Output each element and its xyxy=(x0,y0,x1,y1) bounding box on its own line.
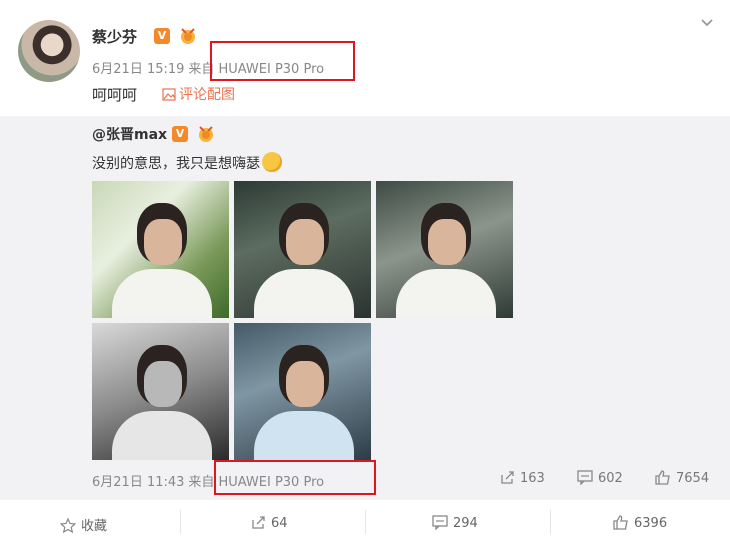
favorite-label: 收藏 xyxy=(81,519,108,534)
highlight-box-bottom xyxy=(214,460,376,495)
action-divider xyxy=(550,510,551,534)
repost-photo-2[interactable] xyxy=(234,181,371,318)
image-icon xyxy=(162,88,176,101)
share-icon xyxy=(501,471,514,484)
action-divider xyxy=(365,510,366,534)
repost-like-count: 7654 xyxy=(676,471,710,486)
chevron-down-icon[interactable] xyxy=(700,16,714,30)
repost-date[interactable]: 6月21日 11:43 xyxy=(92,475,184,490)
thumbs-up-icon xyxy=(655,470,670,485)
favorite-button[interactable]: 收藏 xyxy=(59,515,108,534)
repost-share-count: 163 xyxy=(520,471,545,486)
highlight-box-top xyxy=(210,41,355,81)
post-date[interactable]: 6月21日 15:19 xyxy=(92,62,184,77)
share-icon xyxy=(252,516,265,529)
repost-photo-4[interactable] xyxy=(92,323,229,460)
comment-icon xyxy=(577,470,593,486)
repost-text: 没别的意思，我只是想嗨瑟 xyxy=(92,152,282,173)
comment-count: 294 xyxy=(453,516,478,531)
comment-icon xyxy=(432,515,448,531)
repost-photo-1[interactable] xyxy=(92,181,229,318)
post-username[interactable]: 蔡少芬 xyxy=(92,26,137,47)
repost-like-button[interactable]: 7654 xyxy=(655,470,709,486)
medal-icon xyxy=(181,28,195,44)
verified-badge: V xyxy=(154,28,170,44)
repost-comment-button[interactable]: 602 xyxy=(577,470,623,486)
repost-from-label: 来自 xyxy=(188,475,215,490)
avatar[interactable] xyxy=(18,20,80,82)
thumbs-up-icon xyxy=(613,515,628,530)
repost-button[interactable]: 64 xyxy=(251,515,288,531)
repost-comment-count: 602 xyxy=(598,471,623,486)
repost-share-button[interactable]: 163 xyxy=(500,470,545,486)
star-icon xyxy=(59,517,77,534)
action-divider xyxy=(180,510,181,534)
repost-photo-5[interactable] xyxy=(234,323,371,460)
comment-pic-label: 评论配图 xyxy=(179,87,235,103)
repost-username[interactable]: @张晋max xyxy=(92,124,167,144)
post-text: 呵呵呵 xyxy=(92,86,138,104)
like-button[interactable]: 6396 xyxy=(613,515,667,531)
thinking-emoji-icon xyxy=(262,152,282,172)
like-count: 6396 xyxy=(634,516,668,531)
repost-verified-badge: V xyxy=(172,126,188,142)
comment-pic-link[interactable]: 评论配图 xyxy=(162,84,235,104)
repost-count: 64 xyxy=(271,516,288,531)
repost-photo-3[interactable] xyxy=(376,181,513,318)
repost-medal-icon xyxy=(199,126,213,142)
repost-text-content: 没别的意思，我只是想嗨瑟 xyxy=(92,156,260,172)
comment-button[interactable]: 294 xyxy=(432,515,478,531)
